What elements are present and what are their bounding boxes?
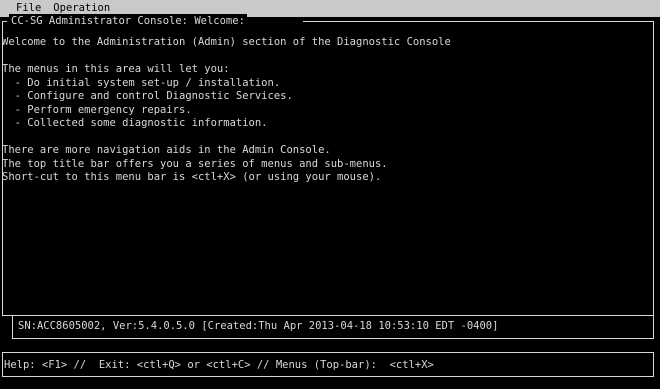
text-line-repairs: - Perform emergency repairs. [2,103,192,116]
panel-title: CC-SG Administrator Console: Welcome: [9,14,247,28]
text-line-diagnostic: - Collected some diagnostic information. [2,117,268,129]
text-line-setup: - Do initial system set-up / installatio… [2,76,281,89]
text-line-configure: - Configure and control Diagnostic Servi… [2,90,293,102]
text-line-navigation: There are more navigation aids in the Ad… [2,144,331,156]
text-line-blank-2 [2,131,660,145]
text-line-menus-intro: The menus in this area will let you: [2,63,230,75]
help-text: Help: <F1> // Exit: <ctl+Q> or <ctl+C> /… [4,359,434,371]
text-line-title-bar: The top title bar offers you a series of… [2,157,388,170]
text-line-shortcut: Short-cut to this menu bar is <ctl+X> (o… [2,171,382,183]
status-text: SN:ACC8605002, Ver:5.4.0.5.0 [Created:Th… [18,320,499,332]
text-line-welcome: Welcome to the Administration (Admin) se… [2,36,451,48]
welcome-text: Welcome to the Administration (Admin) se… [2,36,660,185]
text-line-blank [2,50,660,64]
